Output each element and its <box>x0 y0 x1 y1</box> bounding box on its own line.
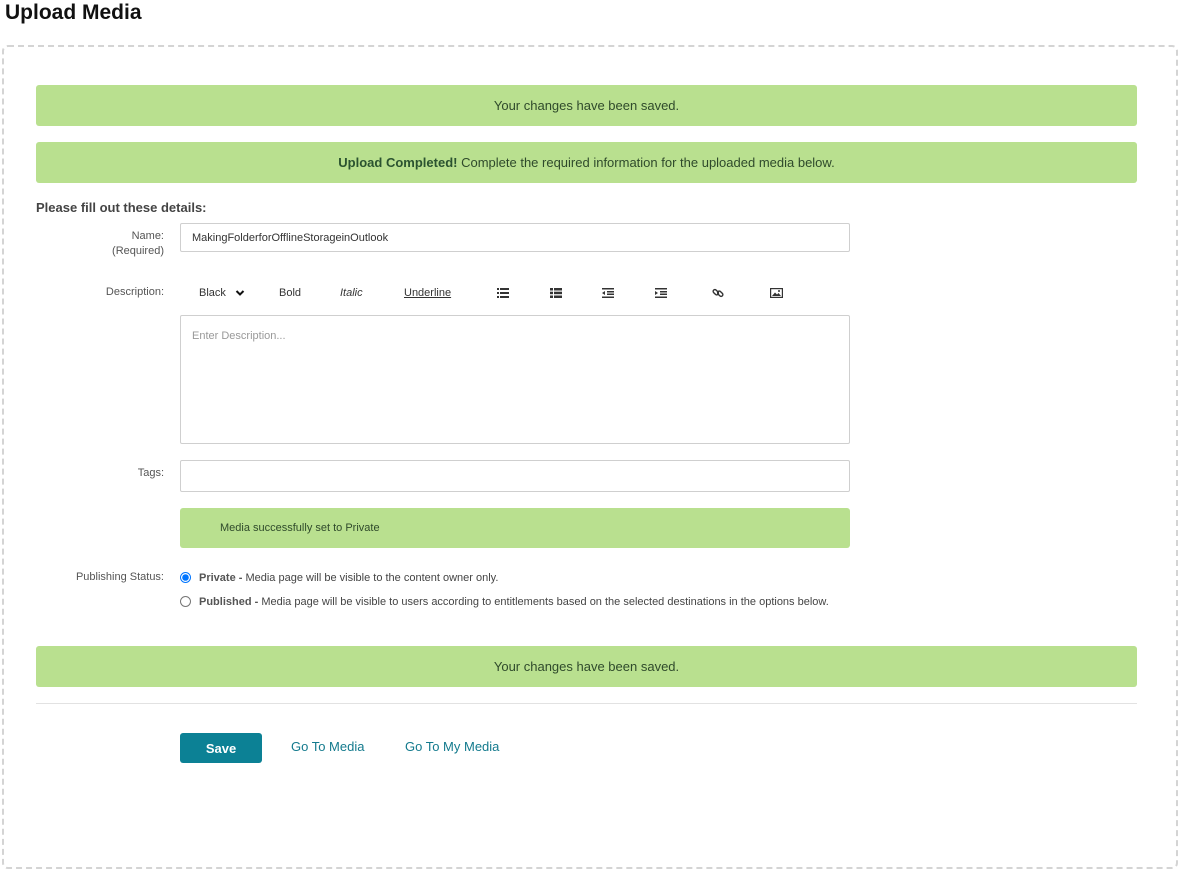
go-to-my-media-link[interactable]: Go To My Media <box>405 739 499 755</box>
numbered-list-icon <box>550 288 562 299</box>
tags-input[interactable] <box>180 460 850 492</box>
go-to-media-link[interactable]: Go To Media <box>291 739 364 755</box>
page-title: Upload Media <box>5 1 142 24</box>
chevron-down-icon <box>235 290 245 297</box>
bold-button[interactable]: Bold <box>279 282 301 304</box>
tags-label: Tags: <box>137 467 164 479</box>
upload-completed-text: Complete the required information for th… <box>457 155 835 170</box>
published-radio[interactable] <box>180 596 191 607</box>
private-title: Private - <box>199 572 246 584</box>
publishing-option-published[interactable]: Published - Media page will be visible t… <box>180 594 829 610</box>
saved-alert-text: Your changes have been saved. <box>493 98 680 113</box>
upload-completed-strong: Upload Completed! <box>338 155 458 170</box>
publishing-option-private[interactable]: Private - Media page will be visible to … <box>180 570 498 586</box>
underline-button[interactable]: Underline <box>404 282 451 304</box>
published-description: Media page will be visible to users acco… <box>261 596 829 608</box>
saved-alert-bottom-text: Your changes have been saved. <box>493 659 680 674</box>
saved-alert-bottom: Your changes have been saved. <box>36 646 1137 687</box>
private-set-alert-text: Media successfully set to Private <box>220 522 380 534</box>
indent-icon <box>655 288 667 299</box>
published-title: Published - <box>199 596 262 608</box>
outdent-icon <box>602 288 614 299</box>
private-set-alert: Media successfully set to Private <box>180 508 850 548</box>
saved-alert-top: Your changes have been saved. <box>36 85 1137 126</box>
italic-button[interactable]: Italic <box>340 282 363 304</box>
color-select[interactable]: Black <box>199 282 245 304</box>
link-button[interactable] <box>712 282 724 304</box>
upload-completed-alert: Upload Completed! Complete the required … <box>36 142 1137 183</box>
image-button[interactable] <box>770 282 784 304</box>
name-label: Name: (Required) <box>112 229 164 259</box>
publishing-status-label: Publishing Status: <box>75 571 164 583</box>
bullet-list-icon <box>497 288 509 299</box>
outdent-button[interactable] <box>602 282 614 304</box>
name-input[interactable] <box>180 223 850 252</box>
description-toolbar: Black Bold Italic Underline <box>180 282 850 304</box>
divider <box>36 703 1137 704</box>
private-description: Media page will be visible to the conten… <box>245 572 499 584</box>
save-button[interactable]: Save <box>180 733 262 763</box>
description-label: Description: <box>105 286 164 298</box>
name-required-text: (Required) <box>112 245 164 257</box>
bullet-list-button[interactable] <box>497 282 509 304</box>
link-icon <box>712 288 724 298</box>
details-heading: Please fill out these details: <box>36 200 207 215</box>
indent-button[interactable] <box>655 282 667 304</box>
image-icon <box>770 288 784 299</box>
description-textarea[interactable] <box>180 315 850 444</box>
private-radio[interactable] <box>180 572 191 583</box>
name-label-text: Name: <box>131 230 164 242</box>
numbered-list-button[interactable] <box>550 282 562 304</box>
color-select-value: Black <box>199 287 226 299</box>
